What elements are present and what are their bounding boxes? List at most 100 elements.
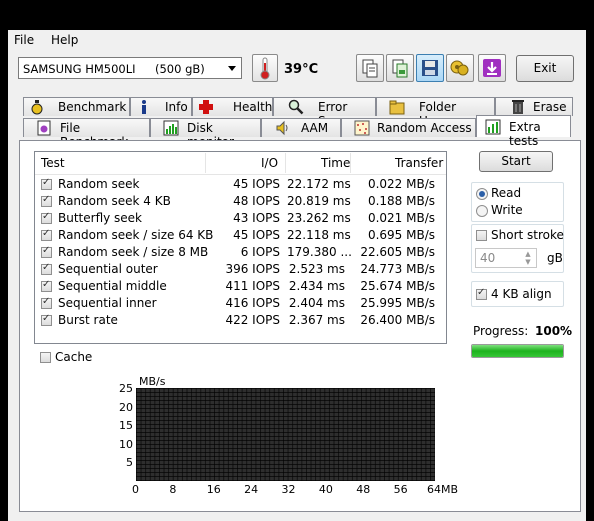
- save-button[interactable]: [416, 54, 444, 82]
- x-tick-label: 56: [393, 483, 408, 496]
- cache-label: Cache: [55, 350, 93, 364]
- short-stroke-checkbox[interactable]: [476, 230, 487, 241]
- table-row[interactable]: Burst rate 422 IOPS 2.367 ms 26.400 MB/s: [35, 313, 446, 330]
- cell-time: 179.380 ...: [287, 245, 352, 259]
- table-row[interactable]: Random seek 4 KB 48 IOPS 20.819 ms 0.188 MB…: [35, 194, 446, 211]
- drive-select[interactable]: SAMSUNG HM500LI (500 gB): [18, 57, 242, 79]
- cell-io: 48 IOPS: [233, 194, 280, 208]
- x-tick-label: 24: [244, 483, 259, 496]
- cell-time: 2.434 ms: [288, 279, 345, 293]
- exit-button[interactable]: Exit: [516, 55, 574, 82]
- tab-benchmark[interactable]: Benchmark: [23, 97, 130, 116]
- tab-label: Health: [233, 100, 273, 114]
- row-checkbox[interactable]: [41, 296, 52, 309]
- read-radio[interactable]: [476, 188, 488, 200]
- health-scan-button[interactable]: [446, 54, 474, 82]
- cache-checkbox[interactable]: [40, 352, 51, 363]
- speaker-icon: [275, 120, 291, 136]
- table-row[interactable]: Random seek 45 IOPS 22.172 ms 0.022 MB/s: [35, 177, 446, 194]
- cell-io: 396 IOPS: [225, 262, 280, 276]
- header-test[interactable]: Test: [41, 156, 65, 170]
- table-row[interactable]: Sequential outer 396 IOPS 2.523 ms 24.773 M…: [35, 262, 446, 279]
- tab-label: Random Access: [377, 121, 472, 135]
- menu-bar: File Help: [8, 30, 586, 50]
- row-checkbox[interactable]: [41, 177, 52, 190]
- cell-test: Sequential inner: [58, 296, 157, 310]
- x-tick-label: 16: [206, 483, 221, 496]
- header-io[interactable]: I/O: [261, 156, 278, 170]
- cell-io: 411 IOPS: [225, 279, 280, 293]
- tab-label: Extra tests: [509, 120, 541, 148]
- tab-label: AAM: [301, 121, 329, 135]
- copy-image-button[interactable]: [386, 54, 414, 82]
- stepper-down-icon[interactable]: ▼: [521, 258, 535, 266]
- y-tick-label: 15: [119, 419, 133, 432]
- cell-transfer: 25.995 MB/s: [360, 296, 435, 310]
- write-radio[interactable]: [476, 205, 488, 217]
- download-button[interactable]: [478, 54, 506, 82]
- results-table: Test I/O Time Transfer Random seek 45 IOP…: [34, 151, 447, 344]
- transfer-chart: [136, 388, 435, 481]
- cell-io: 45 IOPS: [233, 228, 280, 242]
- thermometer-icon: [252, 54, 278, 82]
- tab-disk-monitor[interactable]: Disk monitor: [150, 118, 261, 149]
- cell-transfer: 0.695 MB/s: [367, 228, 435, 242]
- menu-file[interactable]: File: [14, 33, 34, 47]
- error-scan-icon: [288, 99, 304, 115]
- row-checkbox[interactable]: [41, 313, 52, 326]
- row-checkbox[interactable]: [41, 228, 52, 241]
- tab-file-benchmark[interactable]: File Benchmark: [23, 118, 150, 149]
- row-checkbox[interactable]: [41, 211, 52, 224]
- cell-time: 20.819 ms: [287, 194, 351, 208]
- health-icon: [198, 99, 214, 115]
- cell-test: Random seek / size 64 KB: [58, 228, 214, 242]
- align-checkbox[interactable]: [476, 287, 487, 300]
- tab-info[interactable]: Info: [130, 97, 192, 116]
- copy-text-button[interactable]: [356, 54, 384, 82]
- table-row[interactable]: Sequential middle 411 IOPS 2.434 ms 25.674 …: [35, 279, 446, 296]
- cell-test: Random seek 4 KB: [58, 194, 171, 208]
- table-row[interactable]: Random seek / size 64 KB 45 IOPS 22.118 ms…: [35, 228, 446, 245]
- start-button[interactable]: Start: [479, 151, 553, 172]
- align-label: 4 KB align: [491, 287, 552, 301]
- stepper-up-icon[interactable]: ▲: [521, 250, 535, 258]
- cell-transfer: 0.021 MB/s: [367, 211, 435, 225]
- y-tick-label: 5: [126, 456, 133, 469]
- erase-icon: [510, 99, 526, 115]
- tab-error-scan[interactable]: Error Scan: [273, 97, 376, 128]
- row-checkbox[interactable]: [41, 262, 52, 275]
- disk-monitor-icon: [163, 120, 179, 136]
- progress-fill: [472, 345, 563, 357]
- table-header: Test I/O Time Transfer: [35, 152, 446, 175]
- progress-bar: [471, 344, 564, 358]
- header-time[interactable]: Time: [321, 156, 350, 170]
- row-checkbox[interactable]: [41, 194, 52, 207]
- tab-random-access[interactable]: Random Access: [341, 118, 476, 137]
- tab-erase[interactable]: Erase: [495, 97, 573, 116]
- row-checkbox[interactable]: [41, 245, 52, 258]
- menu-help[interactable]: Help: [51, 33, 78, 47]
- row-checkbox[interactable]: [41, 279, 52, 292]
- table-row[interactable]: Butterfly seek 43 IOPS 23.262 ms 0.021 MB/s: [35, 211, 446, 228]
- tab-extra-tests[interactable]: Extra tests: [476, 115, 571, 148]
- table-row[interactable]: Random seek / size 8 MB 6 IOPS 179.380 ...…: [35, 245, 446, 262]
- x-tick-label: 32: [281, 483, 296, 496]
- copy-image-icon: [387, 59, 413, 84]
- x-tick-label: 0: [132, 483, 139, 496]
- folder-icon: [389, 99, 405, 115]
- cell-transfer: 0.022 MB/s: [367, 177, 435, 191]
- tab-aam[interactable]: AAM: [261, 118, 341, 137]
- cell-time: 22.118 ms: [287, 228, 351, 242]
- progress-value: 100%: [535, 324, 573, 338]
- download-icon: [479, 59, 505, 84]
- table-row[interactable]: Sequential inner 416 IOPS 2.404 ms 25.995 M…: [35, 296, 446, 313]
- stroke-size-stepper[interactable]: 40 ▲ ▼: [475, 248, 537, 268]
- benchmark-icon: [29, 99, 45, 115]
- tab-health[interactable]: Health: [192, 97, 273, 116]
- progress-label: Progress:: [473, 324, 529, 338]
- main-window: File Help SAMSUNG HM500LI (500 gB) 39°C: [8, 30, 586, 521]
- cell-test: Sequential middle: [58, 279, 167, 293]
- tab-folder-usage[interactable]: Folder Usage: [376, 97, 495, 128]
- cell-io: 6 IOPS: [240, 245, 280, 259]
- header-transfer[interactable]: Transfer: [395, 156, 443, 170]
